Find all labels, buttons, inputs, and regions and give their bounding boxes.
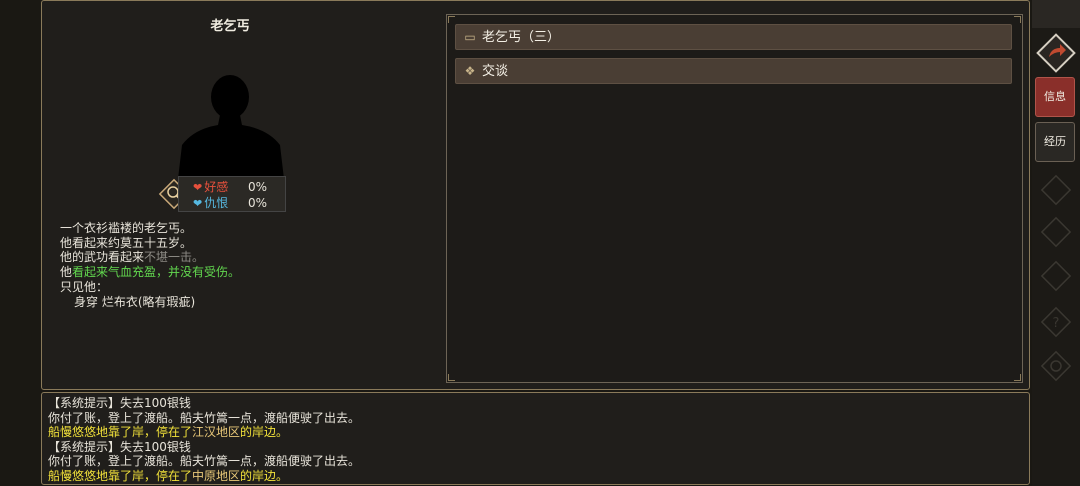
favor-row: ❤ 好感 0% — [193, 180, 267, 195]
desc-line: 他看起来气血充盈，并没有受伤。 — [60, 265, 241, 280]
experience-tab-button[interactable]: 经历 — [1035, 122, 1075, 162]
desc-line: 他看起来约莫五十五岁。 — [60, 235, 193, 250]
work-icon — [1040, 174, 1072, 206]
action-label: 交谈 — [482, 64, 509, 79]
message-log[interactable]: 【系统提示】失去100银钱 你付了账，登上了渡船。船夫竹篙一点，渡船便驶了出去。… — [41, 392, 1030, 485]
favor-value: 0% — [248, 180, 268, 194]
npc-name: 老乞丐 — [210, 19, 250, 34]
settings-gear-icon — [1040, 350, 1072, 382]
hatred-row: ❤ 仇恨 0% — [193, 196, 267, 211]
action-label: 老乞丐（三） — [482, 30, 561, 45]
help-question-icon: ? — [1040, 306, 1072, 338]
log-line: 你付了账，登上了渡船。船夫竹篙一点，渡船便驶了出去。 — [48, 410, 361, 425]
equipment-line: 身穿 烂布衣(略有瑕疵) — [74, 294, 196, 309]
favor-heart-icon: ❤ — [193, 181, 203, 194]
desc-line: 一个衣衫褴褛的老乞丐。 — [60, 221, 193, 235]
action-talk-button[interactable]: ❖ 交谈 — [455, 58, 1012, 84]
desc-line: 只见他： — [60, 279, 109, 294]
action-list: ▭ 老乞丐（三） ❖ 交谈 — [446, 14, 1023, 383]
health-status: 看起来气血充盈，并没有受伤。 — [72, 265, 241, 280]
log-line: 【系统提示】失去100银钱 — [48, 396, 191, 410]
diamond-cluster-icon: ❖ — [464, 64, 476, 78]
action-npc-title-button[interactable]: ▭ 老乞丐（三） — [455, 24, 1012, 50]
npc-silhouette-portrait — [178, 75, 284, 179]
hatred-heart-icon: ❤ — [193, 197, 203, 210]
log-line: 【系统提示】失去100银钱 — [48, 439, 191, 454]
martial-rating: 不堪一击。 — [144, 250, 205, 265]
log-line: 你付了账，登上了渡船。船夫竹篙一点，渡船便驶了出去。 — [48, 454, 361, 468]
log-line: 船慢悠悠地靠了岸，停在了中原地区的岸边。 — [48, 468, 289, 483]
skills-icon — [1040, 216, 1072, 248]
location-name: 江汉地区 — [192, 425, 241, 439]
svg-text:?: ? — [1053, 316, 1060, 331]
desc-line: 他的武功看起来不堪一击。 — [60, 250, 205, 265]
back-arrow-icon[interactable] — [1036, 33, 1076, 73]
log-line: 船慢悠悠地靠了岸，停在了江汉地区的岸边。 — [48, 425, 289, 439]
talk-scroll-icon: ▭ — [464, 30, 476, 44]
npc-description: 一个衣衫褴褛的老乞丐。 他看起来约莫五十五岁。 他的武功看起来不堪一击。 他看起… — [60, 221, 240, 309]
hatred-label: 仇恨 — [204, 196, 229, 210]
character-info-panel: 老乞丐 ❤ 好感 0% ❤ 仇恨 0% 一个衣衫褴褛的老乞丐。 他看起来约莫五十五岁… — [41, 0, 1030, 390]
hatred-value: 0% — [248, 196, 268, 210]
info-tab-button[interactable]: 信息 — [1035, 77, 1075, 117]
relation-box: ❤ 好感 0% ❤ 仇恨 0% — [178, 176, 286, 212]
favor-label: 好感 — [204, 180, 229, 194]
location-name: 中原地区 — [192, 468, 241, 483]
sect-icon — [1040, 260, 1072, 292]
sidebar-top-strip — [1032, 0, 1080, 28]
